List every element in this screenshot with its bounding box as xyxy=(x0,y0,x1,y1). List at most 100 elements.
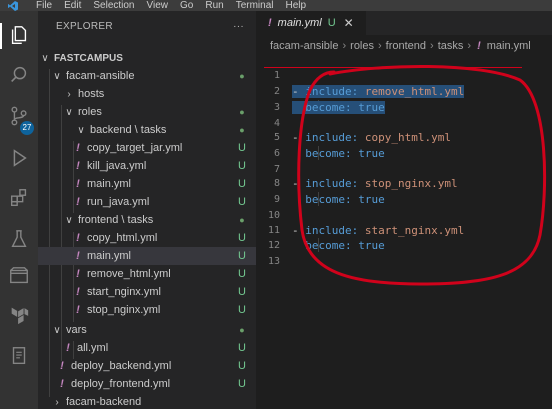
menu-view[interactable]: View xyxy=(147,0,169,11)
tree-label: facam-backend xyxy=(66,396,142,408)
source-control-badge: 27 xyxy=(20,121,34,135)
tree-folder-root[interactable]: ∨ FASTCAMPUS xyxy=(38,49,256,67)
yaml-file-icon: ! xyxy=(76,196,80,208)
breadcrumb-item[interactable]: frontend xyxy=(386,40,426,52)
tree-label: deploy_frontend.yml xyxy=(71,378,171,390)
chevron-right-icon: › xyxy=(467,40,472,52)
tree-file[interactable]: ! copy_html.yml U xyxy=(38,229,256,247)
close-icon[interactable]: ✕ xyxy=(344,16,354,30)
tree-file[interactable]: ! copy_target_jar.yml U xyxy=(38,139,256,157)
menu-go[interactable]: Go xyxy=(180,0,193,11)
git-status-untracked: U xyxy=(238,250,246,262)
tree-file[interactable]: ! main.yml U xyxy=(38,175,256,193)
code-line: 9 become: true xyxy=(256,192,552,207)
tree-file[interactable]: ! stop_nginx.yml U xyxy=(38,301,256,319)
git-status-untracked: U xyxy=(327,17,336,29)
yaml-file-icon: ! xyxy=(60,360,64,372)
search-icon[interactable] xyxy=(7,63,31,87)
run-debug-icon[interactable] xyxy=(7,146,31,170)
menu-help[interactable]: Help xyxy=(286,0,307,11)
git-status-untracked: U xyxy=(238,196,246,208)
git-status-untracked: U xyxy=(238,160,246,172)
line-number: 7 xyxy=(273,164,280,175)
title-bar: File Edit Selection View Go Run Terminal… xyxy=(0,0,552,11)
git-status-untracked: U xyxy=(238,178,246,190)
explorer-more-button[interactable]: ··· xyxy=(233,21,244,32)
explorer-header: EXPLORER ··· xyxy=(38,11,256,41)
tree-folder[interactable]: › hosts xyxy=(38,85,256,103)
tree-file[interactable]: ! start_nginx.yml U xyxy=(38,283,256,301)
chevron-right-icon: › xyxy=(55,396,59,408)
chevron-down-icon: ∨ xyxy=(65,214,73,226)
git-status-dot: ● xyxy=(239,107,245,117)
document-icon[interactable] xyxy=(7,344,31,368)
line-number: 10 xyxy=(267,210,280,221)
tree-folder[interactable]: ∨ facam-ansible ● xyxy=(38,67,256,85)
terraform-icon[interactable] xyxy=(7,303,31,327)
yaml-file-icon: ! xyxy=(76,304,80,316)
explorer-sidebar: EXPLORER ··· ∨ FASTCAMPUS ∨ facam-ansibl… xyxy=(38,11,256,409)
tree-file[interactable]: ! deploy_backend.yml U xyxy=(38,357,256,375)
chevron-right-icon: › xyxy=(378,40,382,52)
explorer-files-icon[interactable] xyxy=(7,23,31,47)
yaml-file-icon: ! xyxy=(477,40,481,52)
tree-file[interactable]: ! run_java.yml U xyxy=(38,193,256,211)
breadcrumb-item[interactable]: tasks xyxy=(438,40,464,52)
tree-file-selected[interactable]: ! main.yml U xyxy=(38,247,256,265)
line-number: 2 xyxy=(273,86,280,97)
tree-file[interactable]: ! remove_html.yml U xyxy=(38,265,256,283)
code-line: 4 xyxy=(256,116,552,131)
tree-folder[interactable]: ∨ roles ● xyxy=(38,103,256,121)
tree-label: kill_java.yml xyxy=(87,160,147,172)
tree-label: run_java.yml xyxy=(87,196,150,208)
code-text: - include: stop_nginx.yml xyxy=(292,177,458,190)
tree-folder[interactable]: ∨ frontend \ tasks ● xyxy=(38,211,256,229)
tab-main-yml[interactable]: ! main.yml U ✕ xyxy=(256,11,366,35)
code-line: 11 - include: start_nginx.yml xyxy=(256,223,552,238)
menu-run[interactable]: Run xyxy=(205,0,223,11)
yaml-file-icon: ! xyxy=(76,178,80,190)
chevron-right-icon: › xyxy=(342,40,347,52)
tree-label: hosts xyxy=(78,88,105,100)
yaml-file-icon: ! xyxy=(76,268,80,280)
explorer-title: EXPLORER xyxy=(56,20,113,32)
code-text-selected: - include: remove_html.yml xyxy=(292,85,465,98)
remote-explorer-icon[interactable] xyxy=(7,264,31,288)
tree-label: roles xyxy=(78,106,102,118)
git-status-untracked: U xyxy=(238,342,246,354)
menu-file[interactable]: File xyxy=(36,0,52,11)
line-number: 12 xyxy=(267,240,280,251)
tree-file[interactable]: ! all.yml U xyxy=(38,339,256,357)
tree-folder[interactable]: › facam-backend xyxy=(38,393,256,409)
extensions-icon[interactable] xyxy=(7,186,31,210)
breadcrumb: facam-ansible › roles › frontend › tasks › !… xyxy=(256,35,552,57)
testing-flask-icon[interactable] xyxy=(7,227,31,251)
code-text: become: true xyxy=(305,239,385,252)
tree-file[interactable]: ! kill_java.yml U xyxy=(38,157,256,175)
tree-label: facam-ansible xyxy=(66,70,135,82)
tree-file[interactable]: ! deploy_frontend.yml U xyxy=(38,375,256,393)
line-number: 8 xyxy=(273,178,280,189)
chevron-down-icon: ∨ xyxy=(65,106,73,118)
tree-folder[interactable]: ∨ vars ● xyxy=(38,321,256,339)
code-line: 10 xyxy=(256,208,552,223)
code-text: - include: copy_html.yml xyxy=(292,131,451,144)
menu-edit[interactable]: Edit xyxy=(64,0,81,11)
tree-folder[interactable]: ∨ backend \ tasks ● xyxy=(38,121,256,139)
code-line: 12 become: true xyxy=(256,238,552,253)
code-line: 1 xyxy=(256,68,552,83)
code-text-selected: become: true xyxy=(292,101,385,114)
tree-label: remove_html.yml xyxy=(87,268,171,280)
activity-bar: 27 xyxy=(0,11,38,409)
menu-terminal[interactable]: Terminal xyxy=(236,0,274,11)
git-status-dot: ● xyxy=(239,215,245,225)
breadcrumb-item[interactable]: roles xyxy=(350,40,374,52)
breadcrumb-item[interactable]: facam-ansible xyxy=(270,40,338,52)
menu-selection[interactable]: Selection xyxy=(93,0,134,11)
git-status-dot: ● xyxy=(239,125,245,135)
yaml-file-icon: ! xyxy=(60,378,64,390)
breadcrumb-item[interactable]: main.yml xyxy=(487,40,531,52)
annotation-underline xyxy=(264,67,522,68)
line-number: 3 xyxy=(273,102,280,113)
git-status-untracked: U xyxy=(238,360,246,372)
